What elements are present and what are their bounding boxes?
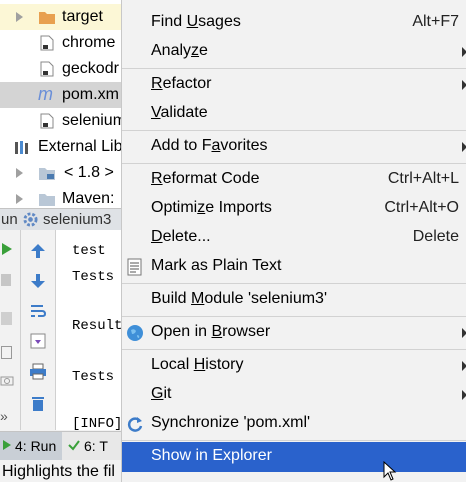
menu-separator bbox=[122, 163, 466, 164]
plain-text-icon bbox=[127, 258, 142, 276]
submenu-arrow-icon bbox=[462, 47, 466, 57]
debug-icon[interactable] bbox=[1, 274, 11, 286]
maven-icon: m bbox=[38, 84, 53, 104]
stop-icon[interactable] bbox=[1, 312, 12, 325]
run-tab-header[interactable]: un selenium3 bbox=[0, 208, 124, 230]
tree-item-external-libraries[interactable]: External Lib bbox=[0, 134, 124, 160]
menu-item-show-in-explorer[interactable]: Show in Explorer bbox=[122, 442, 466, 472]
trash-icon[interactable] bbox=[29, 394, 47, 412]
file-icon bbox=[40, 35, 54, 51]
mouse-cursor-icon bbox=[383, 461, 397, 481]
shortcut-label: Delete bbox=[412, 228, 459, 245]
menu-item-mark-plain-text[interactable]: Mark as Plain Text bbox=[122, 252, 466, 281]
submenu-arrow-icon bbox=[462, 390, 466, 400]
submenu-arrow-icon bbox=[462, 361, 466, 371]
expand-arrow-icon[interactable] bbox=[16, 168, 23, 178]
rerun-icon[interactable] bbox=[1, 242, 13, 256]
console-line: Tests bbox=[72, 369, 115, 385]
menu-item-git[interactable]: Git bbox=[122, 380, 466, 409]
tool-window-bar: 4: Run 6: T bbox=[0, 431, 124, 460]
print-icon[interactable] bbox=[29, 362, 47, 380]
menu-item-reformat-code[interactable]: Reformat Code Ctrl+Alt+L bbox=[122, 165, 466, 194]
menu-item-delete[interactable]: Delete... Delete bbox=[122, 223, 466, 252]
gear-icon bbox=[23, 212, 38, 227]
menu-item-find-usages[interactable]: Find Usages Alt+F7 bbox=[122, 8, 466, 37]
scroll-to-end-icon[interactable] bbox=[29, 332, 47, 350]
shortcut-label: Ctrl+Alt+O bbox=[384, 199, 459, 216]
tab-run[interactable]: 4: Run bbox=[0, 432, 62, 460]
console-line: [INFO] bbox=[72, 416, 123, 430]
context-menu: Find Usages Alt+F7 Analyze Refactor Vali… bbox=[121, 0, 466, 482]
menu-item-build-module[interactable]: Build Module 'selenium3' bbox=[122, 285, 466, 314]
menu-separator bbox=[122, 130, 466, 131]
restore-layout-icon[interactable] bbox=[1, 346, 12, 359]
soft-wrap-icon[interactable] bbox=[29, 302, 47, 320]
menu-separator bbox=[122, 283, 466, 284]
folder-icon bbox=[39, 194, 55, 206]
menu-item-validate[interactable]: Validate bbox=[122, 99, 466, 128]
menu-item-analyze[interactable]: Analyze bbox=[122, 37, 466, 66]
tree-item-selenium[interactable]: selenium bbox=[0, 108, 126, 134]
project-tree: target chrome geckodr m pom.xm selenium … bbox=[0, 0, 126, 210]
run-left-toolbar: » bbox=[0, 230, 21, 430]
tree-item-maven[interactable]: Maven: bbox=[0, 186, 124, 208]
menu-separator bbox=[122, 316, 466, 317]
shortcut-label: Alt+F7 bbox=[412, 13, 459, 30]
tab-todo[interactable]: 6: T bbox=[66, 432, 124, 460]
console-line: test bbox=[72, 243, 106, 259]
library-icon bbox=[15, 141, 28, 154]
arrow-up-icon[interactable] bbox=[29, 242, 47, 260]
expand-arrow-icon[interactable] bbox=[16, 194, 23, 204]
tree-item-pom[interactable]: m pom.xm bbox=[0, 82, 124, 108]
menu-separator bbox=[122, 349, 466, 350]
file-icon bbox=[40, 113, 54, 129]
shortcut-label: Ctrl+Alt+L bbox=[387, 170, 459, 187]
submenu-arrow-icon bbox=[462, 328, 466, 338]
status-text: Highlights the fil bbox=[2, 463, 115, 480]
tree-item-target[interactable]: target bbox=[0, 4, 124, 30]
tree-item-jdk[interactable]: < 1.8 > bbox=[0, 160, 124, 186]
globe-icon bbox=[127, 325, 143, 341]
expand-arrow-icon[interactable] bbox=[16, 12, 23, 22]
console-line: Result bbox=[72, 318, 123, 334]
arrow-down-icon[interactable] bbox=[29, 272, 47, 290]
run-tool-column bbox=[21, 230, 56, 430]
menu-item-refactor[interactable]: Refactor bbox=[122, 70, 466, 99]
file-icon bbox=[40, 61, 54, 77]
tree-item-chrome[interactable]: chrome bbox=[0, 30, 124, 56]
menu-item-optimize-imports[interactable]: Optimize Imports Ctrl+Alt+O bbox=[122, 194, 466, 223]
jdk-folder-icon bbox=[39, 168, 55, 180]
menu-item-local-history[interactable]: Local History bbox=[122, 351, 466, 380]
tree-item-geckodriver[interactable]: geckodr bbox=[0, 56, 124, 82]
submenu-arrow-icon bbox=[462, 80, 466, 90]
sync-icon bbox=[127, 417, 143, 432]
menu-separator bbox=[122, 440, 466, 441]
more-icon[interactable]: » bbox=[0, 408, 8, 424]
run-icon bbox=[3, 440, 11, 450]
menu-item-open-in-browser[interactable]: Open in Browser bbox=[122, 318, 466, 347]
menu-item-synchronize[interactable]: Synchronize 'pom.xml' bbox=[122, 409, 466, 438]
console-line: Tests bbox=[72, 269, 115, 285]
camera-icon[interactable] bbox=[0, 374, 14, 386]
folder-icon bbox=[39, 12, 55, 24]
submenu-arrow-icon bbox=[462, 142, 466, 152]
menu-separator bbox=[122, 68, 466, 69]
todo-icon bbox=[68, 440, 80, 451]
menu-item-add-to-favorites[interactable]: Add to Favorites bbox=[122, 132, 466, 161]
